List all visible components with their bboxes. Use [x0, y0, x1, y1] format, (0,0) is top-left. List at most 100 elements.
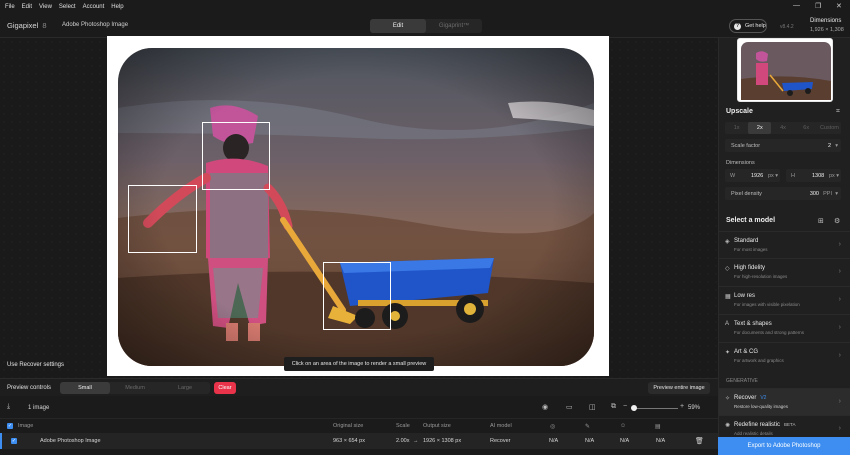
model-high-fidelity[interactable]: ◇ High fidelity For high-resolution imag…	[719, 258, 850, 285]
export-to-photoshop-button[interactable]: Export to Adobe Photoshop	[718, 437, 850, 455]
zoom-out-icon[interactable]: −	[623, 403, 627, 410]
model-redefine-realistic[interactable]: ✺ Redefine realistic BETA Add realistic d…	[719, 415, 850, 437]
split-view-icon[interactable]: ◫	[589, 403, 596, 411]
navigator-thumbnail[interactable]	[737, 38, 833, 102]
zoom-slider[interactable]	[632, 408, 678, 409]
upscale-title: Upscale	[726, 108, 753, 115]
menu-file[interactable]: File	[5, 4, 15, 10]
import-icon[interactable]: ⤓	[7, 403, 10, 411]
compare-icon[interactable]: ⊞	[818, 217, 824, 225]
row-smile-value: N/A	[620, 438, 630, 444]
settings-panel: Upscale ⌗ 1x 2x 4x 6x Custom Scale facto…	[718, 38, 850, 455]
height-field[interactable]: H 1308 px ▾	[786, 169, 841, 182]
preview-size-medium[interactable]: Medium	[110, 382, 160, 394]
pixel-density-value: 300	[809, 191, 819, 197]
preview-region[interactable]	[202, 122, 270, 190]
side-by-side-icon[interactable]: ⧉	[611, 403, 616, 411]
scale-factor-label: Scale factor	[731, 143, 761, 149]
row-checkbox[interactable]: ✓	[11, 438, 17, 444]
tab-edit[interactable]: Edit	[370, 19, 426, 33]
scale-4x[interactable]: 4x	[771, 122, 794, 134]
preview-size-large[interactable]: Large	[160, 382, 210, 394]
redefine-icon: ✺	[725, 423, 731, 429]
menu-account[interactable]: Account	[83, 4, 105, 10]
scale-custom[interactable]: Custom	[818, 122, 841, 134]
scale-2x[interactable]: 2x	[748, 122, 772, 134]
zoom-slider-handle[interactable]	[631, 405, 638, 411]
row-face-value: N/A	[549, 438, 559, 444]
file-list-toolbar: ⤓ 1 image ◉ ▭ ◫ ⧉ − + 59%	[0, 397, 718, 419]
crop-icon[interactable]: ⌗	[836, 108, 840, 116]
menu-select[interactable]: Select	[59, 4, 76, 10]
dimensions-value: 1,926 × 1,308	[810, 27, 844, 33]
dimensions-label: Dimensions	[810, 18, 842, 24]
preview-tooltip: Click on an area of the image to render …	[284, 357, 434, 371]
menu-bar: File Edit View Select Account Help	[0, 0, 850, 13]
title-bar: Gigapixel 8 Adobe Photoshop Image Edit G…	[0, 14, 850, 38]
zoom-in-icon[interactable]: +	[680, 403, 684, 410]
scale-1x[interactable]: 1x	[725, 122, 748, 134]
chevron-right-icon: ›	[838, 324, 841, 331]
height-value: 1308	[812, 173, 825, 179]
zoom-value: 59%	[688, 405, 701, 411]
table-row[interactable]: ✓ Adobe Photoshop Image 963 × 654 px 2.0…	[0, 433, 718, 449]
mode-toggle: Edit Gigaprint™	[370, 19, 482, 33]
generative-label: GENERATIVE	[726, 378, 758, 384]
paint-icon: ✎	[585, 424, 591, 430]
menu-view[interactable]: View	[39, 4, 52, 10]
header-output-size: Output size	[423, 423, 451, 429]
document-title: Adobe Photoshop Image	[62, 22, 129, 28]
v2-badge: V2	[760, 395, 767, 401]
dimensions-label: Dimensions	[726, 160, 755, 166]
scale-6x[interactable]: 6x	[795, 122, 818, 134]
header-image: Image	[18, 423, 34, 429]
chevron-down-icon: ▾	[836, 173, 839, 179]
app-title: Gigapixel 8	[7, 21, 47, 30]
trash-icon[interactable]: 🗑	[695, 437, 704, 445]
row-output-size: 1926 × 1308 px	[423, 438, 462, 444]
menu-edit[interactable]: Edit	[22, 4, 32, 10]
file-list: ⤓ 1 image ◉ ▭ ◫ ⧉ − + 59% ✓ Image Origin…	[0, 397, 718, 455]
minimize-icon[interactable]: —	[793, 2, 800, 9]
pixel-density-field[interactable]: Pixel density 300 PPI ▾	[725, 187, 841, 200]
maximize-icon[interactable]: ❐	[815, 2, 821, 10]
recover-icon: ✧	[725, 396, 731, 402]
model-recover[interactable]: ✧ Recover V2 Restore low-quality images ›	[719, 388, 850, 415]
chevron-down-icon: ▾	[835, 191, 838, 197]
width-label: W	[730, 173, 736, 179]
single-view-icon[interactable]: ▭	[566, 403, 573, 411]
art-cg-icon: ✦	[725, 350, 731, 356]
use-recover-settings-button[interactable]: Use Recover settings	[7, 362, 64, 368]
close-icon[interactable]: ✕	[836, 2, 842, 10]
clear-button[interactable]: Clear	[214, 382, 236, 394]
preview-size-small[interactable]: Small	[60, 382, 110, 394]
model-low-res[interactable]: ▦ Low res For images with visible pixela…	[719, 286, 850, 313]
chevron-right-icon: ›	[838, 241, 841, 248]
select-all-checkbox[interactable]: ✓	[7, 423, 13, 429]
scale-selector: 1x 2x 4x 6x Custom	[725, 122, 841, 134]
eye-icon[interactable]: ◉	[542, 403, 548, 411]
thumbnail-image	[738, 39, 832, 101]
preview-region[interactable]	[128, 185, 197, 253]
preview-entire-image-button[interactable]: Preview entire image	[648, 382, 710, 394]
chevron-down-icon: ▾	[835, 143, 838, 149]
row-ai-model: Recover	[490, 438, 511, 444]
width-field[interactable]: W 1926 px ▾	[725, 169, 780, 182]
chevron-right-icon: ›	[838, 296, 841, 303]
version-label: v8.4.2	[780, 24, 794, 30]
scale-factor-field[interactable]: Scale factor 2 ▾	[725, 139, 841, 152]
chevron-right-icon: ›	[838, 398, 841, 405]
scale-factor-value: 2	[827, 143, 831, 149]
chevron-right-icon: ›	[838, 425, 841, 432]
menu-help[interactable]: Help	[111, 4, 123, 10]
height-label: H	[791, 173, 795, 179]
preview-region[interactable]	[323, 262, 391, 330]
model-art-cg[interactable]: ✦ Art & CG For artwork and graphics ›	[719, 342, 850, 369]
tab-gigaprint[interactable]: Gigaprint™	[426, 19, 482, 33]
row-image-name: Adobe Photoshop Image	[40, 438, 101, 444]
get-help-button[interactable]: ? Get help	[729, 19, 767, 33]
model-standard[interactable]: ◈ Standard For most images ›	[719, 231, 850, 258]
face-icon: ◎	[550, 424, 556, 430]
settings-icon[interactable]: ⚙	[834, 217, 840, 225]
model-text-shapes[interactable]: A Text & shapes For documents and strong…	[719, 314, 850, 341]
